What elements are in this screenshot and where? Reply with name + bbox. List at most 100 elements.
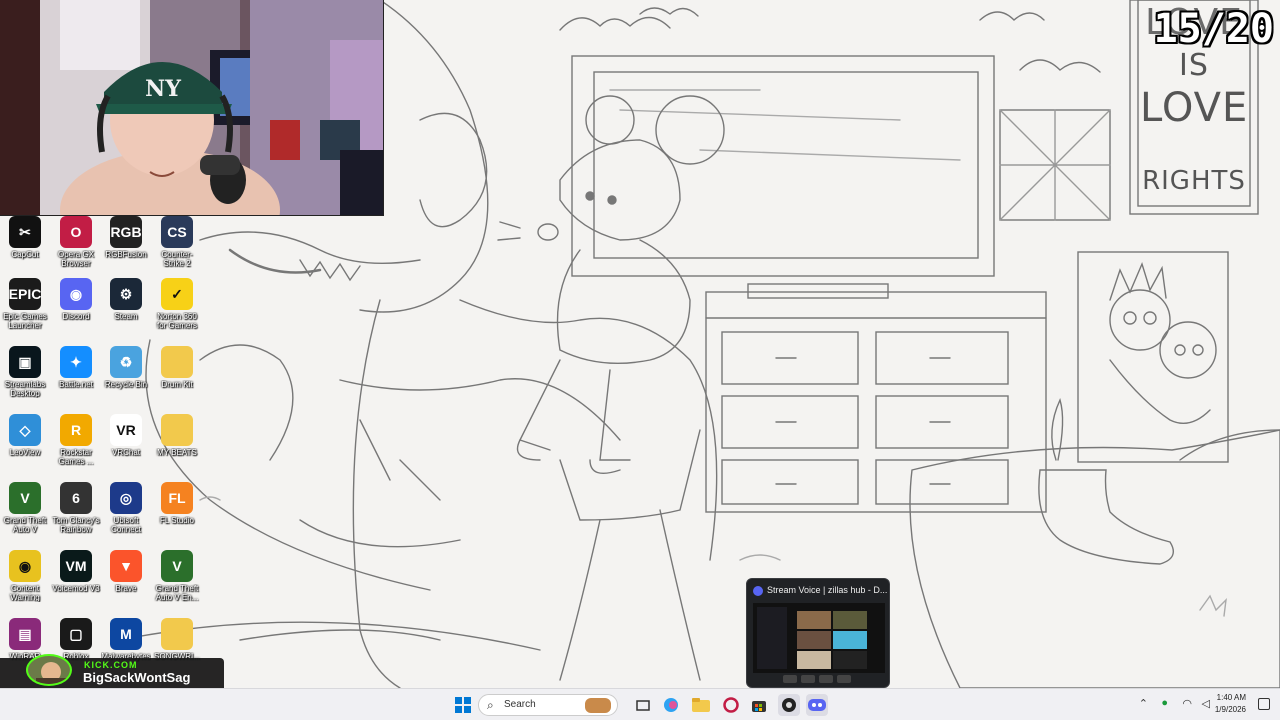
app-icon: V <box>161 550 193 582</box>
popup-thumbnail[interactable] <box>753 603 885 673</box>
microphone-icon[interactable]: ● <box>1161 697 1168 709</box>
microsoft-store-button[interactable] <box>748 694 770 716</box>
app-icon: EPIC <box>9 278 41 310</box>
desktop-icon[interactable]: ◉ Content Warning <box>0 550 50 602</box>
search-icon: ⌕ <box>487 698 494 712</box>
windows-start-button[interactable] <box>452 694 474 716</box>
wifi-icon[interactable]: ◠ <box>1182 697 1192 710</box>
desktop-icon-label: Counter-Strike 2 <box>161 250 193 268</box>
popup-close-button[interactable] <box>837 675 851 683</box>
desktop-icon[interactable]: ✂ CapCut <box>0 216 50 268</box>
app-icon: ▼ <box>110 550 142 582</box>
desktop-icon[interactable]: ♻ Recycle Bin <box>101 346 151 398</box>
poster-text-rights: RIGHTS <box>1142 166 1246 196</box>
webcam-feed: NY <box>0 0 384 216</box>
desktop-icon-label: Drum Kit <box>161 380 193 389</box>
app-icon: ♻ <box>110 346 142 378</box>
app-icon: CS <box>161 216 193 248</box>
desktop-icon[interactable]: ◇ LeoView <box>0 414 50 466</box>
task-view-icon <box>636 700 650 711</box>
obs-taskbar-button[interactable] <box>778 694 800 716</box>
popup-camera-button[interactable] <box>801 675 815 683</box>
task-view-button[interactable] <box>632 694 654 716</box>
desktop-icon-label: CapCut <box>11 250 39 259</box>
app-icon: VM <box>60 550 92 582</box>
app-icon: ✦ <box>60 346 92 378</box>
app-icon: V <box>9 482 41 514</box>
app-icon: ✂ <box>9 216 41 248</box>
popup-settings-button[interactable] <box>819 675 833 683</box>
copilot-button[interactable] <box>660 694 682 716</box>
chevron-up-icon[interactable]: ⌃ <box>1139 697 1148 710</box>
app-icon <box>161 618 193 650</box>
desktop-icon-label: Norton 360 for Gamers <box>156 312 197 330</box>
desktop-icon[interactable]: Drum Kit <box>152 346 202 398</box>
desktop-icon[interactable]: ▣ Streamlabs Desktop <box>0 346 50 398</box>
desktop-icon-label: FL Studio <box>160 516 194 525</box>
poster-text-is: IS <box>1179 48 1209 83</box>
desktop-icon[interactable]: ✦ Battle.net <box>51 346 101 398</box>
opera-gx-taskbar-button[interactable] <box>720 694 742 716</box>
streaming-app-icon <box>782 698 796 712</box>
desktop-icon-label: Brave <box>115 584 137 593</box>
progress-counter: 15/20 <box>1153 6 1274 52</box>
app-icon: RGB <box>110 216 142 248</box>
desktop-icon[interactable]: V Grand Theft Auto V <box>0 482 50 534</box>
app-icon: VR <box>110 414 142 446</box>
taskbar-clock[interactable]: 1:40 AM 1/9/2026 <box>1215 692 1246 716</box>
poster-text-love: LOVE <box>1140 85 1249 131</box>
desktop-icon[interactable]: 6 Tom Clancy's Rainbow Six... <box>51 482 101 534</box>
desktop-icon[interactable]: CS Counter-Strike 2 <box>152 216 202 268</box>
desktop-icon-label: Grand Theft Auto V <box>3 516 47 534</box>
desktop-icon-label: Grand Theft Auto V En... <box>155 584 199 602</box>
popup-title: Stream Voice | zillas hub - D... <box>767 585 888 595</box>
app-icon: ◉ <box>9 550 41 582</box>
desktop-icon-label: Voicemod V3 <box>52 584 100 593</box>
desktop-icon[interactable]: FL FL Studio <box>152 482 202 534</box>
desktop-icon-label: LeoView <box>9 448 41 457</box>
stream-preview-popup[interactable]: Stream Voice | zillas hub - D... <box>746 578 890 688</box>
kick-site-label: KICK.COM <box>84 660 138 670</box>
app-icon: R <box>60 414 92 446</box>
windows-icon <box>455 697 471 713</box>
desktop-icon-label: Battle.net <box>59 380 93 389</box>
kick-avatar <box>26 654 72 686</box>
search-highlight-icon <box>585 698 611 713</box>
file-explorer-button[interactable] <box>690 694 712 716</box>
app-icon: FL <box>161 482 193 514</box>
notification-icon[interactable] <box>1258 698 1270 710</box>
app-icon: ✓ <box>161 278 193 310</box>
desktop-icon[interactable]: ◎ Ubisoft Connect <box>101 482 151 534</box>
app-icon: ◇ <box>9 414 41 446</box>
desktop-icon[interactable]: VR VRChat <box>101 414 151 466</box>
desktop-icon-label: Streamlabs Desktop <box>4 380 46 398</box>
desktop-icon-label: RGBFusion <box>105 250 147 259</box>
taskbar-search[interactable]: ⌕ Search <box>478 694 618 716</box>
speaker-icon[interactable]: ◁ <box>1202 697 1210 710</box>
desktop-icon-label: Opera GX Browser <box>57 250 94 268</box>
store-icon <box>752 701 766 712</box>
desktop-icon[interactable]: V Grand Theft Auto V En... <box>152 550 202 602</box>
desktop-icon[interactable]: ⚙ Steam <box>101 278 151 330</box>
discord-taskbar-button[interactable] <box>806 694 828 716</box>
app-icon: M <box>110 618 142 650</box>
search-label: Search <box>504 699 536 710</box>
popup-controls <box>783 675 855 685</box>
desktop-icon[interactable]: MY BEATS <box>152 414 202 466</box>
desktop-icon[interactable]: ◉ Discord <box>51 278 101 330</box>
desktop-icon[interactable]: O Opera GX Browser <box>51 216 101 268</box>
clock-date: 1/9/2026 <box>1214 705 1246 714</box>
desktop-icon[interactable]: VM Voicemod V3 <box>51 550 101 602</box>
desktop-icon[interactable]: RGB RGBFusion <box>101 216 151 268</box>
copilot-icon <box>664 698 678 712</box>
desktop-icon-label: Recycle Bin <box>104 380 148 389</box>
desktop-icon[interactable]: ▼ Brave <box>101 550 151 602</box>
app-icon: O <box>60 216 92 248</box>
app-icon: 6 <box>60 482 92 514</box>
webcam-image: NY <box>0 0 383 215</box>
desktop-icon[interactable]: ✓ Norton 360 for Gamers <box>152 278 202 330</box>
app-icon: ▣ <box>9 346 41 378</box>
popup-mic-button[interactable] <box>783 675 797 683</box>
desktop-icon[interactable]: EPIC Epic Games Launcher <box>0 278 50 330</box>
desktop-icon[interactable]: R Rockstar Games ... <box>51 414 101 466</box>
